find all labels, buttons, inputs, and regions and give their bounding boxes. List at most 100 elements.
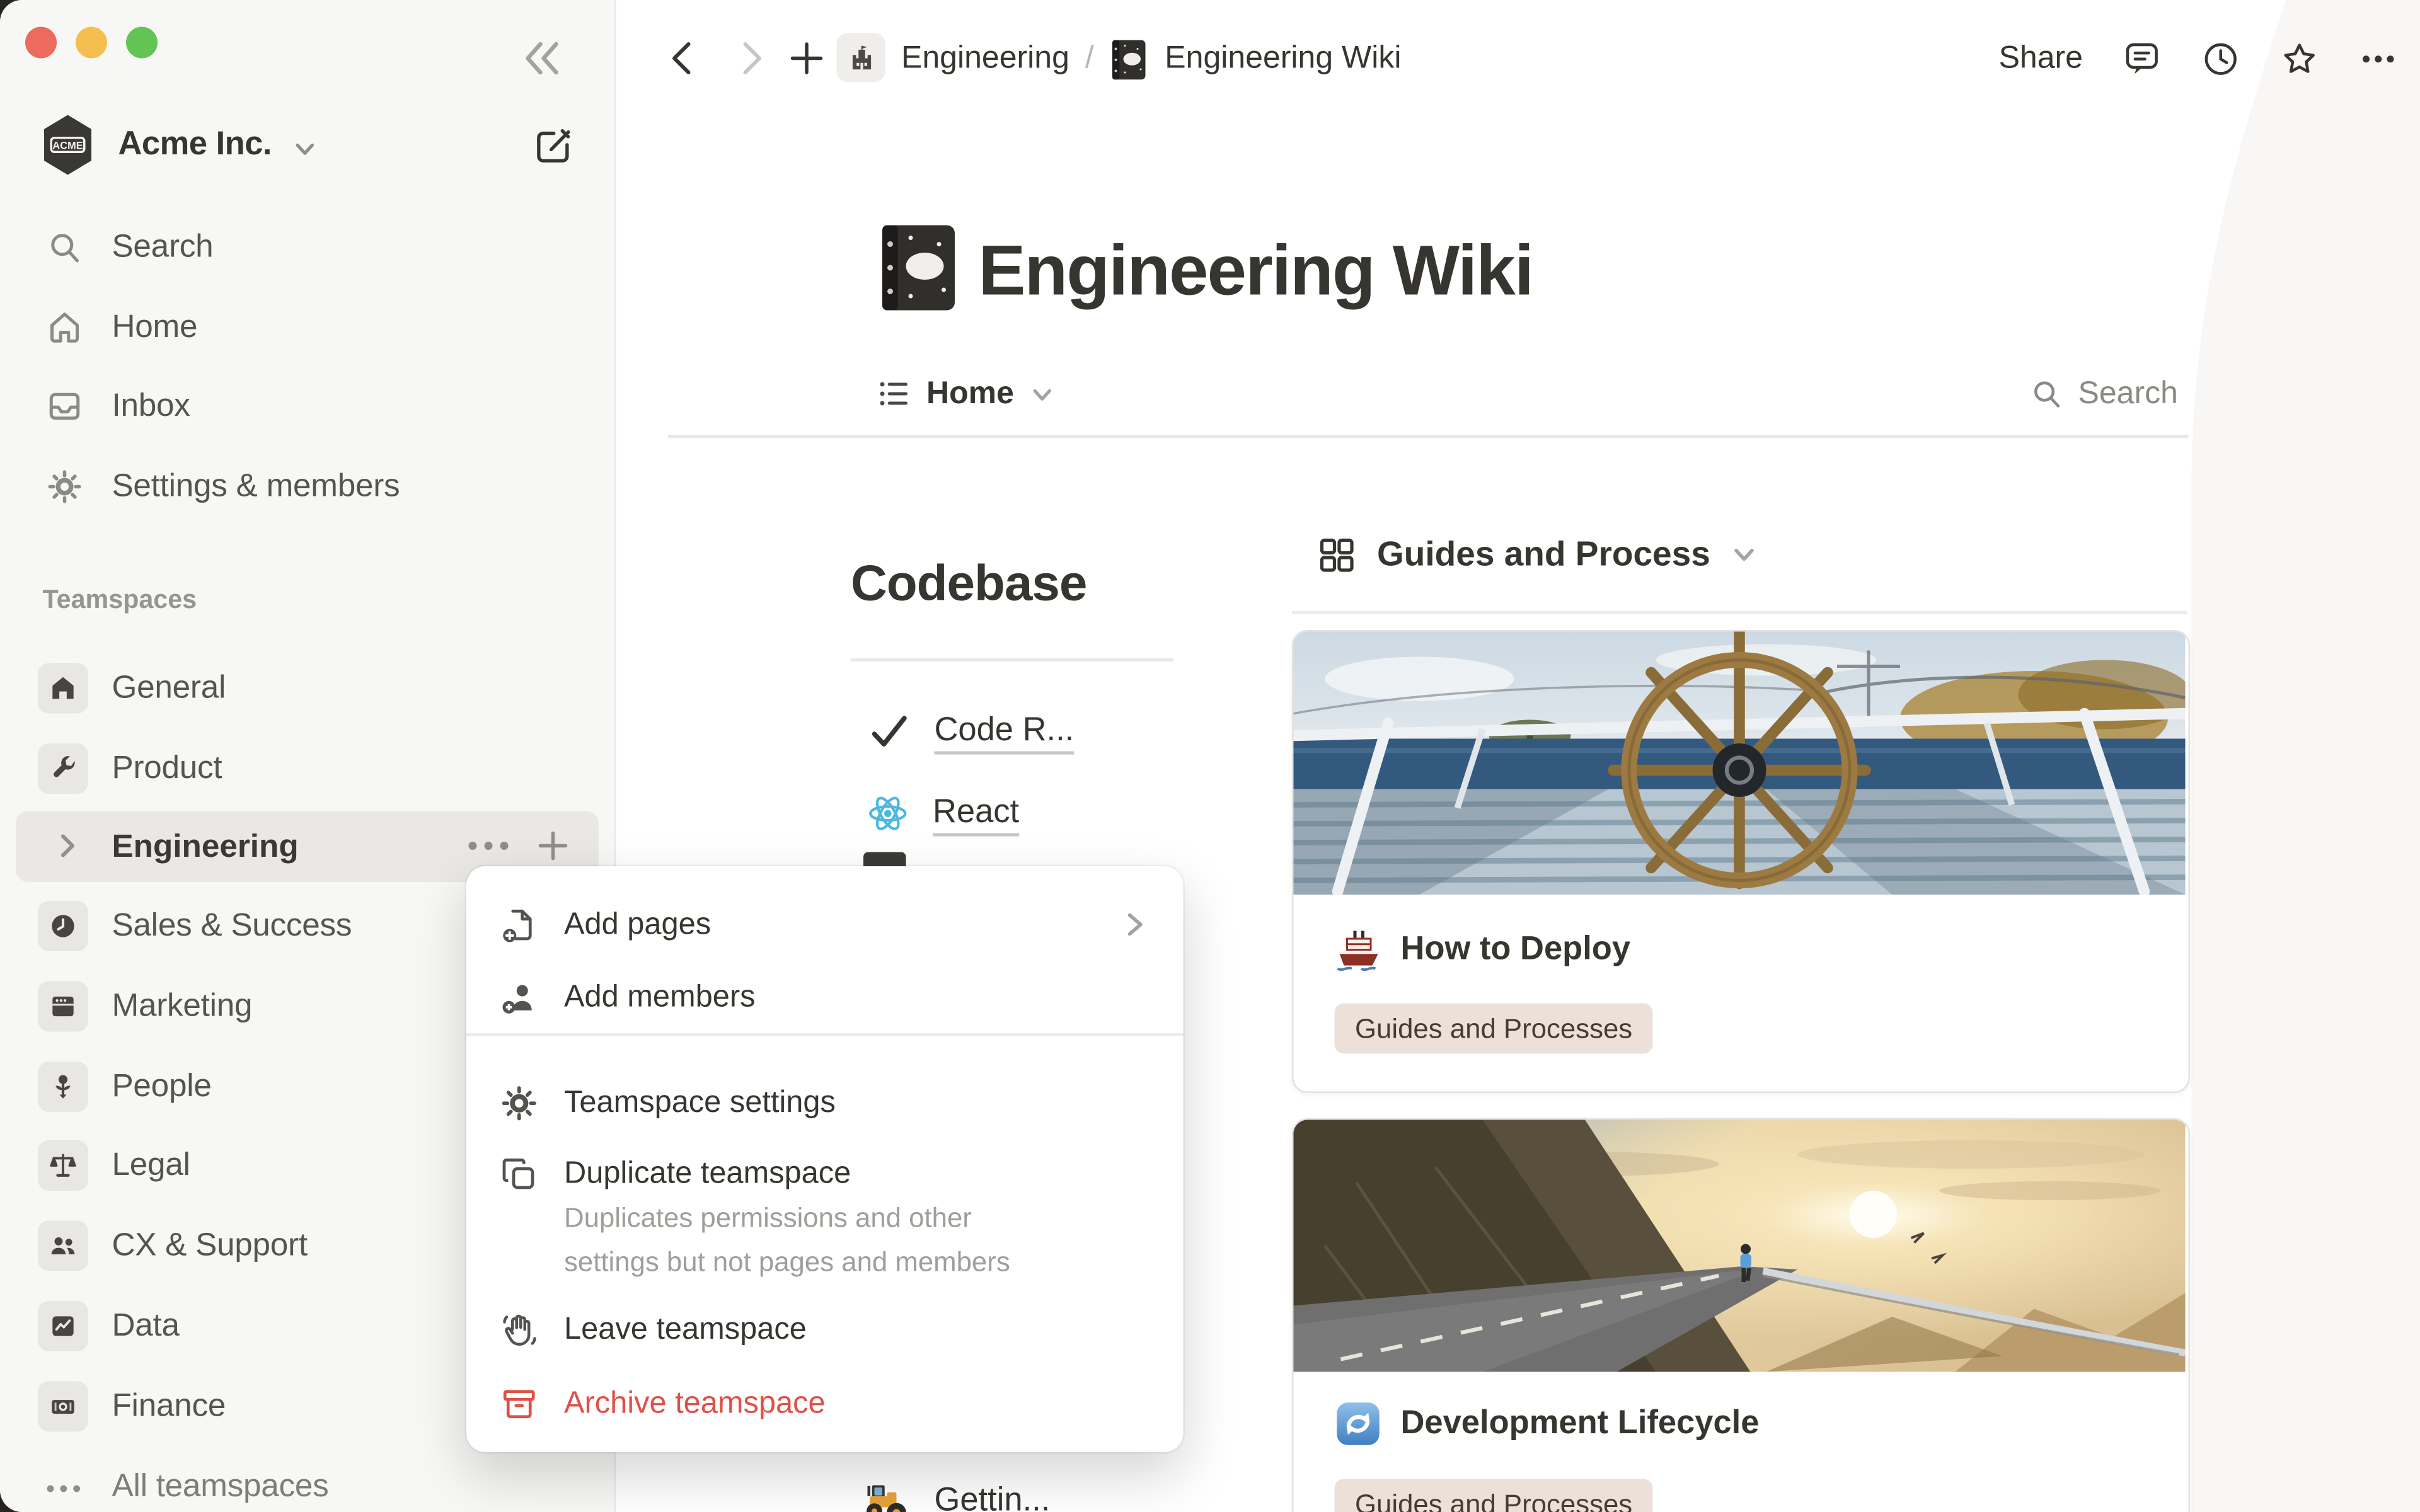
card-cover-sunset-road-photo [1294, 1120, 2186, 1372]
breadcrumb-separator: / [1085, 41, 1094, 77]
close-window-button[interactable] [25, 27, 57, 59]
wave-hand-icon [500, 1310, 539, 1350]
page-link-react[interactable]: React [867, 783, 1019, 843]
notebook-icon [1110, 37, 1150, 81]
duplicate-icon [500, 1155, 539, 1194]
breadcrumb-teamspace[interactable]: Engineering [901, 41, 1069, 77]
page-link-partial-icon [863, 852, 906, 868]
collapse-sidebar-icon[interactable] [520, 37, 564, 81]
house-icon [38, 663, 88, 714]
sidebar-item-home[interactable]: Home [0, 292, 614, 364]
gallery-grid-icon [1317, 535, 1357, 575]
gallery-card-development-lifecycle[interactable]: Development Lifecycle Guides and Process… [1292, 1118, 2190, 1512]
workspace-switcher[interactable]: ACME Acme Inc. [0, 110, 614, 180]
share-button[interactable]: Share [1999, 41, 2083, 77]
add-page-plus-icon[interactable] [536, 828, 570, 863]
menu-item-add-members[interactable]: Add members [479, 961, 1171, 1033]
dots-icon [43, 1474, 90, 1496]
menu-item-add-pages[interactable]: Add pages [479, 888, 1171, 961]
workspace-logo: ACME [41, 113, 95, 176]
tractor-icon [860, 1479, 911, 1512]
people-icon [38, 1221, 88, 1271]
toolbar: Engineering / Engineering Wiki Share [616, 0, 2420, 118]
page-link-code-review[interactable]: Code R... [868, 701, 1075, 761]
add-member-icon [500, 978, 539, 1018]
breadcrumb: Engineering / Engineering Wiki [901, 0, 1401, 118]
sidebar-item-search[interactable]: Search [0, 211, 614, 284]
zoom-window-button[interactable] [126, 27, 158, 59]
column-heading[interactable]: Codebase [851, 554, 1086, 613]
svg-text:ACME: ACME [52, 140, 83, 152]
menu-item-leave-teamspace[interactable]: Leave teamspace [479, 1293, 1171, 1366]
card-title-row: How to Deploy [1335, 926, 1631, 973]
card-title: How to Deploy [1401, 931, 1631, 969]
more-options-icon[interactable] [463, 828, 520, 863]
page-search[interactable]: Search [2029, 359, 2178, 428]
archive-icon [500, 1385, 539, 1424]
chevron-down-icon [1030, 382, 1054, 406]
workspace-name: Acme Inc. [118, 110, 272, 180]
gallery-card-how-to-deploy[interactable]: How to Deploy Guides and Processes [1292, 630, 2190, 1093]
page-title[interactable]: Engineering Wiki [979, 230, 1533, 312]
sidebar-item-general[interactable]: General [0, 652, 614, 724]
card-tag: Guides and Processes [1335, 1479, 1653, 1512]
breadcrumb-page[interactable]: Engineering Wiki [1165, 41, 1401, 77]
card-cover-ship-wheel-photo [1294, 632, 2186, 895]
scales-icon [38, 1140, 88, 1191]
gallery-view-header[interactable]: Guides and Process [1317, 520, 1756, 589]
forward-icon[interactable] [730, 38, 771, 79]
teamspace-context-menu: Add pages Add members Teamspace settings [466, 866, 1184, 1452]
page-notebook-icon[interactable] [876, 220, 961, 315]
column-divider [851, 658, 1174, 661]
menu-divider [466, 1033, 1184, 1036]
menu-item-archive-teamspace[interactable]: Archive teamspace [479, 1367, 1171, 1440]
banknote-icon [38, 1382, 88, 1432]
new-page-icon[interactable] [533, 125, 575, 168]
card-title: Development Lifecycle [1401, 1405, 1760, 1443]
sidebar-item-inbox[interactable]: Inbox [0, 370, 614, 443]
duplicate-description: Duplicates permissions and other setting… [564, 1197, 1068, 1284]
storefront-icon [38, 982, 88, 1032]
gear-icon [46, 468, 84, 506]
gear-icon [500, 1084, 539, 1123]
chart-icon [38, 1301, 88, 1351]
more-actions-icon[interactable] [2359, 40, 2399, 79]
toolbar-actions: Share [1999, 0, 2398, 118]
check-icon [868, 709, 911, 752]
chevron-down-icon [1731, 542, 1756, 567]
chevron-down-icon [293, 137, 317, 161]
header-divider [668, 435, 2189, 437]
minimize-window-button[interactable] [76, 27, 107, 59]
home-icon [46, 309, 84, 346]
history-clock-icon[interactable] [2201, 40, 2241, 79]
favorite-star-icon[interactable] [2280, 40, 2320, 79]
card-title-row: Development Lifecycle [1335, 1400, 1760, 1448]
ship-icon [1335, 926, 1382, 973]
comments-icon[interactable] [2123, 40, 2162, 79]
sidebar-item-all-teamspaces[interactable]: All teamspaces [0, 1451, 614, 1512]
chevron-right-icon [1121, 910, 1149, 939]
wrench-icon [38, 743, 88, 794]
window-controls [25, 27, 158, 59]
add-page-icon [500, 906, 539, 946]
search-icon [46, 229, 84, 266]
teamspaces-section-label: Teamspaces [43, 586, 197, 616]
search-icon [2029, 377, 2064, 411]
gallery-divider [1292, 611, 2187, 614]
inbox-icon [46, 387, 84, 425]
menu-item-teamspace-settings[interactable]: Teamspace settings [479, 1067, 1171, 1139]
back-icon[interactable] [664, 38, 705, 79]
react-icon [867, 791, 909, 834]
view-tab-home[interactable]: Home [876, 359, 1053, 428]
notion-app: ACME Acme Inc. Search Home [0, 0, 2420, 1512]
teamspace-castle-icon[interactable] [837, 33, 886, 83]
app-window: ACME Acme Inc. Search Home [0, 0, 2420, 1512]
sprout-icon [38, 1062, 88, 1112]
chevron-right-icon[interactable] [52, 830, 84, 862]
page-link-getting-started[interactable]: Gettin... [860, 1471, 1050, 1512]
card-tag: Guides and Processes [1335, 1004, 1653, 1054]
sidebar-item-settings[interactable]: Settings & members [0, 450, 614, 523]
list-view-icon [876, 377, 911, 411]
new-tab-plus-icon[interactable] [786, 38, 827, 79]
sidebar-item-product[interactable]: Product [0, 733, 614, 805]
